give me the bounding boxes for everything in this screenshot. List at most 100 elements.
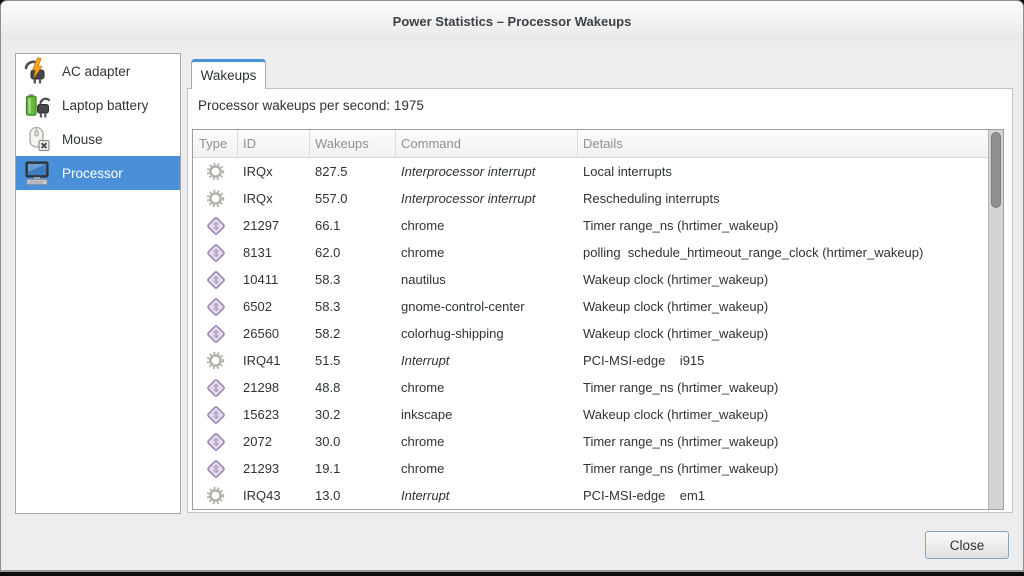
diamond-icon: [206, 243, 226, 263]
column-header-details[interactable]: Details: [578, 130, 988, 157]
row-command: gnome-control-center: [396, 293, 578, 320]
row-command: chrome: [396, 212, 578, 239]
table-row[interactable]: 21293 19.1 chrome Timer range_ns (hrtime…: [193, 455, 988, 482]
row-type-cell: [193, 189, 238, 208]
row-id: 6502: [238, 293, 310, 320]
row-wakeups: 58.3: [310, 266, 396, 293]
row-details: Timer range_ns (hrtimer_wakeup): [578, 428, 988, 455]
column-header-id[interactable]: ID: [238, 130, 310, 157]
row-command: Interprocessor interrupt: [396, 185, 578, 212]
row-details: Wakeup clock (hrtimer_wakeup): [578, 266, 988, 293]
ac-adapter-icon: [22, 57, 52, 85]
row-type-cell: [193, 378, 238, 398]
row-details: Timer range_ns (hrtimer_wakeup): [578, 455, 988, 482]
row-details: polling schedule_hrtimeout_range_clock (…: [578, 239, 988, 266]
table-row[interactable]: IRQ41 51.5 Interrupt PCI-MSI-edge i915: [193, 347, 988, 374]
sidebar-item-ac-adapter[interactable]: AC adapter: [16, 54, 180, 88]
row-id: 10411: [238, 266, 310, 293]
row-details: Timer range_ns (hrtimer_wakeup): [578, 212, 988, 239]
processor-icon: [22, 159, 52, 187]
table-row[interactable]: 26560 58.2 colorhug-shipping Wakeup cloc…: [193, 320, 988, 347]
row-wakeups: 19.1: [310, 455, 396, 482]
row-details: Rescheduling interrupts: [578, 185, 988, 212]
table-row[interactable]: 10411 58.3 nautilus Wakeup clock (hrtime…: [193, 266, 988, 293]
row-id: IRQ43: [238, 482, 310, 509]
power-statistics-window: Power Statistics – Processor Wakeups AC …: [0, 0, 1024, 572]
row-command: Interrupt: [396, 482, 578, 509]
diamond-icon: [206, 270, 226, 290]
row-type-cell: [193, 243, 238, 263]
row-type-cell: [193, 162, 238, 181]
gear-icon: [206, 189, 225, 208]
row-type-cell: [193, 216, 238, 236]
table-body: IRQx 827.5 Interprocessor interrupt Loca…: [193, 158, 988, 509]
row-wakeups: 30.0: [310, 428, 396, 455]
mouse-icon: [22, 125, 52, 153]
titlebar[interactable]: Power Statistics – Processor Wakeups: [1, 1, 1023, 41]
sidebar-item-mouse[interactable]: Mouse: [16, 122, 180, 156]
table-row[interactable]: 2072 30.0 chrome Timer range_ns (hrtimer…: [193, 428, 988, 455]
row-id: IRQx: [238, 158, 310, 185]
sidebar-item-label: Mouse: [62, 132, 103, 147]
row-id: 8131: [238, 239, 310, 266]
table-row[interactable]: 8131 62.0 chrome polling schedule_hrtime…: [193, 239, 988, 266]
row-command: Interrupt: [396, 347, 578, 374]
table-row[interactable]: 6502 58.3 gnome-control-center Wakeup cl…: [193, 293, 988, 320]
row-details: PCI-MSI-edge i915: [578, 347, 988, 374]
row-details: Wakeup clock (hrtimer_wakeup): [578, 401, 988, 428]
column-header-command[interactable]: Command: [396, 130, 578, 157]
table-row[interactable]: IRQx 827.5 Interprocessor interrupt Loca…: [193, 158, 988, 185]
wakeups-table: Type ID Wakeups Command Details IRQx 827…: [192, 129, 1004, 510]
row-id: 21298: [238, 374, 310, 401]
row-details: Timer range_ns (hrtimer_wakeup): [578, 374, 988, 401]
row-command: colorhug-shipping: [396, 320, 578, 347]
table-row[interactable]: IRQx 557.0 Interprocessor interrupt Resc…: [193, 185, 988, 212]
row-details: Local interrupts: [578, 158, 988, 185]
row-details: Wakeup clock (hrtimer_wakeup): [578, 293, 988, 320]
close-button[interactable]: Close: [925, 531, 1009, 559]
diamond-icon: [206, 378, 226, 398]
row-wakeups: 51.5: [310, 347, 396, 374]
row-command: nautilus: [396, 266, 578, 293]
tab-wakeups[interactable]: Wakeups: [191, 59, 266, 89]
table-row[interactable]: 21298 48.8 chrome Timer range_ns (hrtime…: [193, 374, 988, 401]
column-header-type[interactable]: Type: [193, 130, 238, 157]
row-id: IRQ41: [238, 347, 310, 374]
row-wakeups: 13.0: [310, 482, 396, 509]
row-type-cell: [193, 324, 238, 344]
table-row[interactable]: 21297 66.1 chrome Timer range_ns (hrtime…: [193, 212, 988, 239]
row-wakeups: 62.0: [310, 239, 396, 266]
row-wakeups: 58.2: [310, 320, 396, 347]
column-header-wakeups[interactable]: Wakeups: [310, 130, 396, 157]
row-id: 2072: [238, 428, 310, 455]
row-wakeups: 58.3: [310, 293, 396, 320]
row-id: 21297: [238, 212, 310, 239]
row-id: 21293: [238, 455, 310, 482]
row-id: 26560: [238, 320, 310, 347]
row-command: Interprocessor interrupt: [396, 158, 578, 185]
row-command: inkscape: [396, 401, 578, 428]
gear-icon: [206, 162, 225, 181]
tab-label: Wakeups: [201, 68, 257, 83]
sidebar-item-laptop-battery[interactable]: Laptop battery: [16, 88, 180, 122]
row-type-cell: [193, 405, 238, 425]
device-list: AC adapter Laptop battery: [15, 53, 181, 514]
table-row[interactable]: IRQ43 13.0 Interrupt PCI-MSI-edge em1: [193, 482, 988, 509]
row-command: chrome: [396, 374, 578, 401]
row-type-cell: [193, 297, 238, 317]
row-command: chrome: [396, 239, 578, 266]
row-details: Wakeup clock (hrtimer_wakeup): [578, 320, 988, 347]
row-command: chrome: [396, 455, 578, 482]
row-wakeups: 557.0: [310, 185, 396, 212]
wakeups-summary: Processor wakeups per second: 1975: [198, 98, 424, 113]
table-scrollbar[interactable]: [988, 130, 1003, 509]
row-id: IRQx: [238, 185, 310, 212]
sidebar-item-processor[interactable]: Processor: [16, 156, 180, 190]
diamond-icon: [206, 297, 226, 317]
sidebar-item-label: Processor: [62, 166, 123, 181]
diamond-icon: [206, 405, 226, 425]
laptop-battery-icon: [22, 91, 52, 119]
table-row[interactable]: 15623 30.2 inkscape Wakeup clock (hrtime…: [193, 401, 988, 428]
scrollbar-thumb[interactable]: [991, 132, 1001, 208]
gear-icon: [206, 486, 225, 505]
